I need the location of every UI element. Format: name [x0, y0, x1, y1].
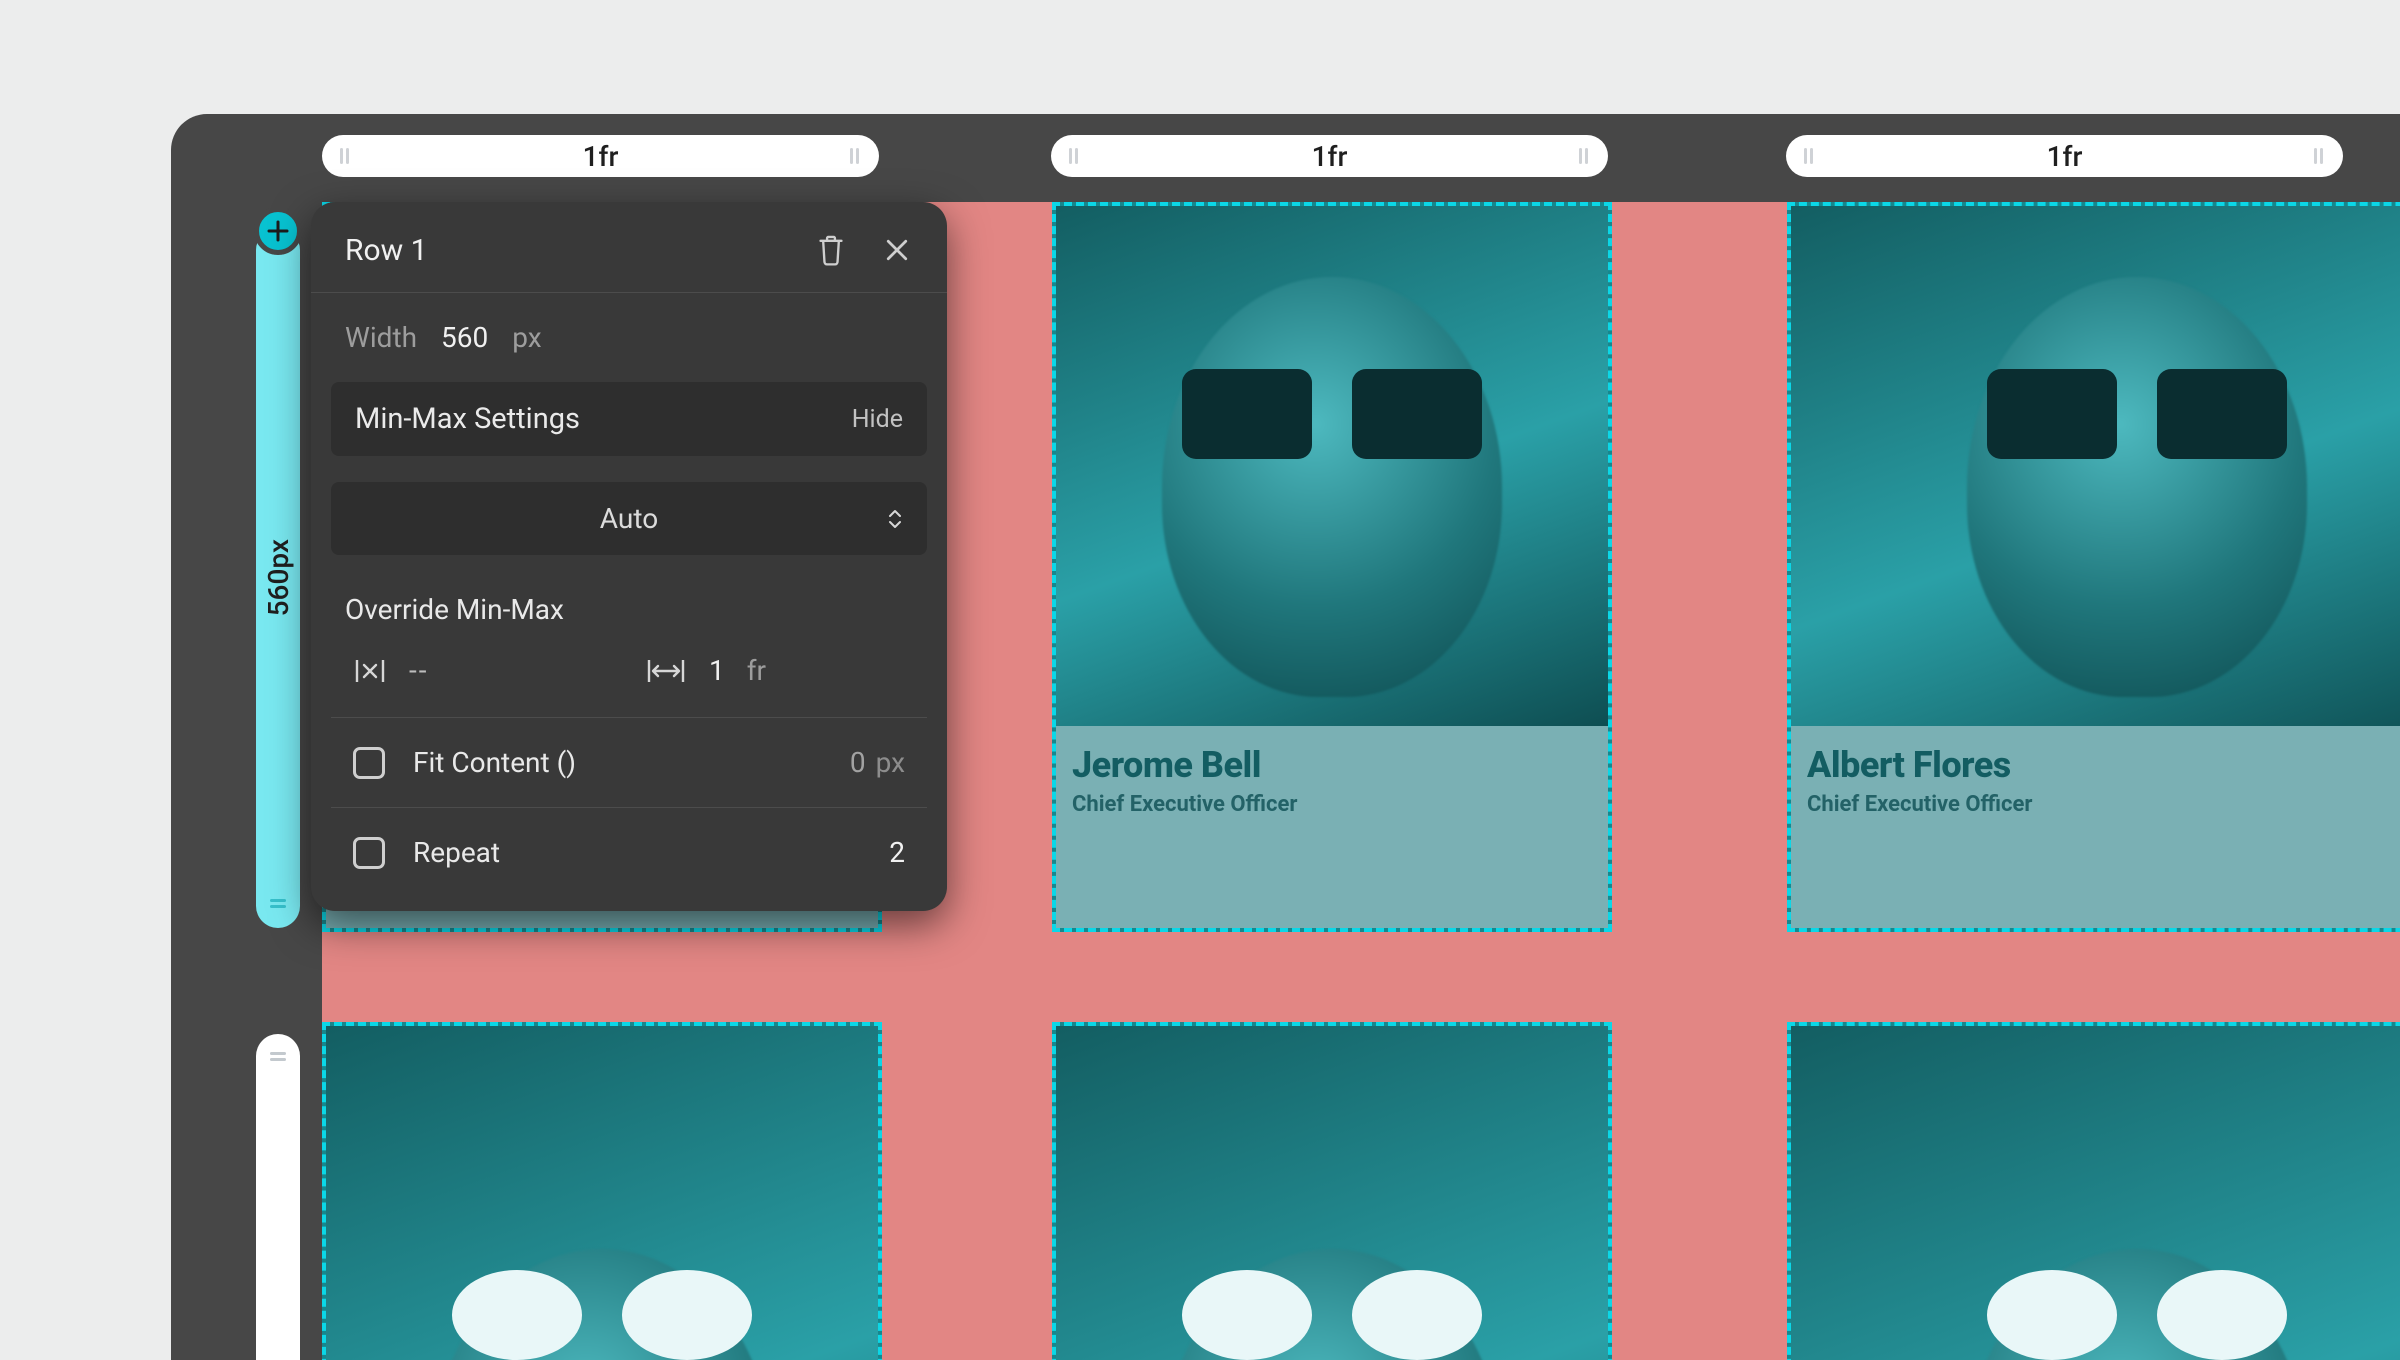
max-width-icon — [645, 656, 687, 686]
override-heading: Override Min-Max — [331, 555, 927, 654]
card-role: Chief Executive Officer — [1807, 792, 2400, 817]
drag-handle-icon[interactable] — [850, 145, 861, 167]
grid-cell-r2c2[interactable] — [1052, 1022, 1612, 1360]
width-unit: px — [512, 321, 541, 354]
drag-handle-icon[interactable] — [1804, 145, 1815, 167]
close-button[interactable] — [877, 230, 917, 270]
fit-content-label: Fit Content () — [413, 746, 850, 779]
drag-handle-icon[interactable] — [268, 899, 288, 910]
min-value: -- — [409, 654, 428, 687]
column-pill-1[interactable]: 1fr — [322, 135, 879, 177]
column-size-label: 1fr — [2047, 140, 2083, 173]
grid-cell-r1c2[interactable]: Jerome Bell Chief Executive Officer — [1052, 202, 1612, 932]
width-label: Width — [345, 321, 417, 354]
minmax-section-header[interactable]: Min-Max Settings Hide — [331, 382, 927, 456]
row-pill-2[interactable] — [256, 1034, 300, 1360]
add-row-button[interactable] — [254, 207, 302, 255]
repeat-value[interactable]: 2 — [889, 836, 905, 869]
width-value[interactable]: 560 — [441, 321, 488, 354]
card-name: Jerome Bell — [1072, 744, 1592, 786]
max-value: 1 — [709, 654, 725, 687]
max-field[interactable]: 1 fr — [645, 654, 905, 687]
fit-content-unit: px — [876, 746, 905, 779]
card-photo — [1056, 1026, 1608, 1360]
grid-cell-r1c3[interactable]: Albert Flores Chief Executive Officer — [1787, 202, 2400, 932]
trash-icon — [815, 233, 847, 267]
drag-handle-icon[interactable] — [1579, 145, 1590, 167]
select-chevron-icon — [885, 505, 905, 533]
card-photo — [326, 1026, 878, 1360]
width-row: Width 560 px — [331, 317, 927, 382]
minmax-mode-value: Auto — [600, 502, 658, 535]
grid-cell-r2c3[interactable] — [1787, 1022, 2400, 1360]
fit-content-value[interactable]: 0 — [850, 746, 866, 779]
column-pill-3[interactable]: 1fr — [1786, 135, 2343, 177]
card-photo — [1791, 1026, 2400, 1360]
minmax-mode-select[interactable]: Auto — [331, 482, 927, 555]
popover-header: Row 1 — [311, 202, 947, 293]
drag-handle-icon[interactable] — [2314, 145, 2325, 167]
column-pill-2[interactable]: 1fr — [1051, 135, 1608, 177]
card-meta: Jerome Bell Chief Executive Officer — [1056, 726, 1608, 928]
min-width-icon — [353, 656, 387, 686]
editor-frame: 1fr 1fr 1fr 560px — [171, 114, 2400, 1360]
drag-handle-icon[interactable] — [340, 145, 351, 167]
card-role: Chief Executive Officer — [1072, 792, 1592, 817]
minmax-heading: Min-Max Settings — [355, 402, 580, 436]
row-pill-1[interactable]: 560px — [256, 228, 300, 928]
card-photo — [1791, 206, 2400, 726]
min-field[interactable]: -- — [353, 654, 613, 687]
repeat-checkbox[interactable] — [353, 837, 385, 869]
card-photo — [1056, 206, 1608, 726]
drag-handle-icon[interactable] — [1069, 145, 1080, 167]
card-name: Albert Flores — [1807, 744, 2400, 786]
override-minmax-row: -- 1 fr — [331, 654, 927, 718]
row-size-label: 560px — [262, 539, 295, 616]
grid-gap-vertical — [1612, 202, 1787, 1360]
row-settings-popover: Row 1 Width 560 px Min-Max Settings Hide — [311, 202, 947, 911]
card-meta: Albert Flores Chief Executive Officer — [1791, 726, 2400, 928]
delete-button[interactable] — [811, 230, 851, 270]
fit-content-row[interactable]: Fit Content () 0 px — [331, 718, 927, 808]
repeat-label: Repeat — [413, 836, 889, 869]
plus-icon — [267, 220, 289, 242]
drag-handle-icon[interactable] — [268, 1052, 288, 1063]
repeat-row[interactable]: Repeat 2 — [331, 808, 927, 897]
column-size-label: 1fr — [1312, 140, 1348, 173]
minmax-toggle[interactable]: Hide — [852, 405, 903, 434]
popover-title: Row 1 — [345, 233, 811, 268]
max-unit: fr — [747, 654, 766, 687]
fit-content-checkbox[interactable] — [353, 747, 385, 779]
grid-gap-horizontal — [322, 932, 2400, 1022]
close-icon — [882, 235, 912, 265]
grid-cell-r2c1[interactable] — [322, 1022, 882, 1360]
column-size-label: 1fr — [583, 140, 619, 173]
